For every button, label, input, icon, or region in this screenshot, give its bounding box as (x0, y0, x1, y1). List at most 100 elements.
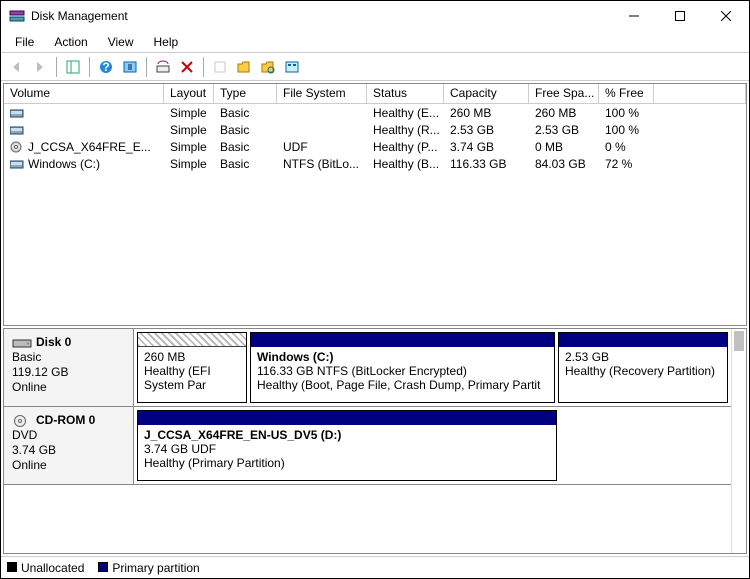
show-hide-console-tree-button[interactable] (62, 56, 84, 78)
partition[interactable]: Windows (C:)116.33 GB NTFS (BitLocker En… (250, 332, 555, 403)
volume-pctfree: 100 % (599, 106, 654, 120)
legend-primary: Primary partition (98, 561, 199, 575)
disk-row: CD-ROM 0DVD3.74 GBOnlineJ_CCSA_X64FRE_EN… (4, 407, 731, 485)
volume-icon (10, 124, 24, 136)
volume-pctfree: 0 % (599, 140, 654, 154)
explore-button[interactable] (257, 56, 279, 78)
partition[interactable]: 260 MBHealthy (EFI System Par (137, 332, 247, 403)
open-button[interactable] (233, 56, 255, 78)
col-spacer (654, 84, 746, 103)
back-button[interactable] (5, 56, 27, 78)
volume-capacity: 2.53 GB (444, 123, 529, 137)
disk-info[interactable]: CD-ROM 0DVD3.74 GBOnline (4, 407, 134, 484)
disk-state: Online (12, 380, 125, 395)
maximize-button[interactable] (657, 1, 703, 31)
volume-status: Healthy (B... (367, 157, 444, 171)
volume-list[interactable]: Volume Layout Type File System Status Ca… (3, 83, 747, 326)
col-layout[interactable]: Layout (164, 84, 214, 103)
volume-capacity: 260 MB (444, 106, 529, 120)
partition-size: 2.53 GB (565, 350, 721, 364)
disk-management-window: { "title": "Disk Management", "menus": [… (0, 0, 750, 579)
partition-status: Healthy (EFI System Par (144, 364, 240, 392)
close-button[interactable] (703, 1, 749, 31)
partition-color-bar (138, 411, 556, 425)
scrollbar-thumb[interactable] (734, 331, 744, 351)
primary-swatch (98, 562, 108, 572)
col-capacity[interactable]: Capacity (444, 84, 529, 103)
volume-status: Healthy (E... (367, 106, 444, 120)
disk-state: Online (12, 458, 125, 473)
volume-free: 260 MB (529, 106, 599, 120)
volume-capacity: 3.74 GB (444, 140, 529, 154)
col-status[interactable]: Status (367, 84, 444, 103)
partition-status: Healthy (Primary Partition) (144, 456, 550, 470)
content: Volume Layout Type File System Status Ca… (1, 81, 749, 578)
col-freespace[interactable]: Free Spa... (529, 84, 599, 103)
menu-file[interactable]: File (5, 33, 44, 51)
partition[interactable]: 2.53 GBHealthy (Recovery Partition) (558, 332, 728, 403)
col-filesystem[interactable]: File System (277, 84, 367, 103)
legend-unallocated: Unallocated (7, 561, 84, 575)
volume-row[interactable]: J_CCSA_X64FRE_E...SimpleBasicUDFHealthy … (4, 138, 746, 155)
menu-action[interactable]: Action (44, 33, 97, 51)
volume-row[interactable]: Windows (C:)SimpleBasicNTFS (BitLo...Hea… (4, 155, 746, 172)
rescan-disks-button[interactable] (152, 56, 174, 78)
disk-size: 119.12 GB (12, 365, 125, 380)
col-pctfree[interactable]: % Free (599, 84, 654, 103)
partition-name: Windows (C:) (257, 350, 548, 364)
disk-icon (12, 337, 32, 349)
volume-layout: Simple (164, 106, 214, 120)
vertical-scrollbar[interactable] (731, 329, 746, 553)
menu-help[interactable]: Help (144, 33, 189, 51)
legend-primary-label: Primary partition (112, 561, 199, 575)
volume-pctfree: 72 % (599, 157, 654, 171)
volume-status: Healthy (R... (367, 123, 444, 137)
partition-status: Healthy (Recovery Partition) (565, 364, 721, 378)
partition-size: 116.33 GB NTFS (BitLocker Encrypted) (257, 364, 548, 378)
volume-free: 0 MB (529, 140, 599, 154)
disk-type: DVD (12, 428, 125, 443)
help-button[interactable]: ? (95, 56, 117, 78)
settings-button[interactable] (281, 56, 303, 78)
properties-button[interactable] (209, 56, 231, 78)
refresh-button[interactable] (119, 56, 141, 78)
col-type[interactable]: Type (214, 84, 277, 103)
volume-type: Basic (214, 157, 277, 171)
partition-color-bar (138, 333, 246, 347)
partition-color-bar (559, 333, 727, 347)
partition-color-bar (251, 333, 554, 347)
volume-row[interactable]: SimpleBasicHealthy (R...2.53 GB2.53 GB10… (4, 121, 746, 138)
disk-graphical-view: Disk 0Basic119.12 GBOnline260 MBHealthy … (3, 328, 747, 554)
volume-free: 84.03 GB (529, 157, 599, 171)
titlebar: Disk Management (1, 1, 749, 31)
volume-icon (10, 141, 24, 153)
volume-icon (10, 158, 24, 170)
volume-free: 2.53 GB (529, 123, 599, 137)
unallocated-swatch (7, 562, 17, 572)
partition-name: J_CCSA_X64FRE_EN-US_DV5 (D:) (144, 428, 550, 442)
volume-icon (10, 107, 24, 119)
minimize-button[interactable] (611, 1, 657, 31)
volume-type: Basic (214, 123, 277, 137)
col-volume[interactable]: Volume (4, 84, 164, 103)
separator (203, 57, 204, 77)
app-icon (9, 8, 25, 24)
forward-button[interactable] (29, 56, 51, 78)
volume-row[interactable]: SimpleBasicHealthy (E...260 MB260 MB100 … (4, 104, 746, 121)
partition-strip: 260 MBHealthy (EFI System ParWindows (C:… (134, 329, 731, 406)
delete-button[interactable] (176, 56, 198, 78)
volume-type: Basic (214, 140, 277, 154)
partition-size: 3.74 GB UDF (144, 442, 550, 456)
volume-fs: UDF (277, 140, 367, 154)
partition-status: Healthy (Boot, Page File, Crash Dump, Pr… (257, 378, 548, 392)
partition[interactable]: J_CCSA_X64FRE_EN-US_DV5 (D:)3.74 GB UDFH… (137, 410, 557, 481)
volume-list-header: Volume Layout Type File System Status Ca… (4, 84, 746, 104)
volume-layout: Simple (164, 140, 214, 154)
volume-layout: Simple (164, 157, 214, 171)
volume-pctfree: 100 % (599, 123, 654, 137)
disk-icon (12, 415, 32, 427)
menu-view[interactable]: View (98, 33, 144, 51)
separator (56, 57, 57, 77)
disk-info[interactable]: Disk 0Basic119.12 GBOnline (4, 329, 134, 406)
volume-name: Windows (C:) (28, 157, 100, 171)
